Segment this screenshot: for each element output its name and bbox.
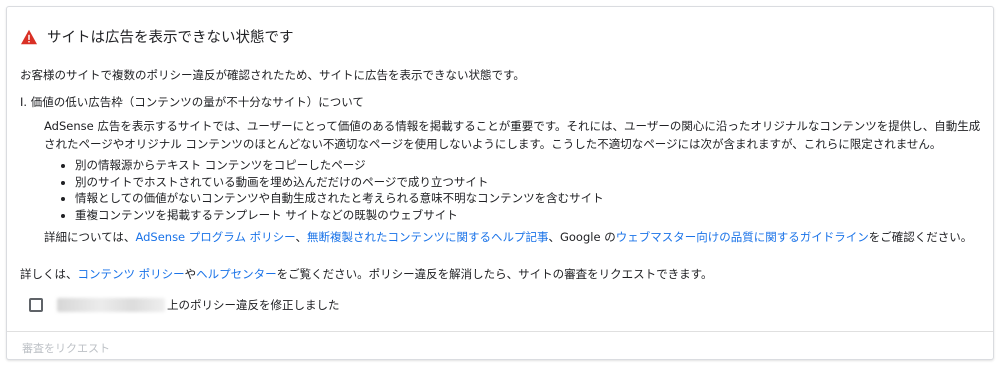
details-separator: 、 xyxy=(295,230,307,244)
violation-examples-list: 別の情報源からテキスト コンテンツをコピーしたページ 別のサイトでホストされてい… xyxy=(61,157,604,223)
details-middle: 、Google の xyxy=(548,230,616,244)
intro-text: お客様のサイトで複数のポリシー違反が確認されたため、サイトに広告を表示できない状… xyxy=(20,68,525,82)
section-description: AdSense 広告を表示するサイトでは、ユーザーにとって価値のある情報を掲載す… xyxy=(44,119,981,151)
list-item: 情報としての価値がないコンテンツや自動生成されたと考えられる意味不明なコンテンツ… xyxy=(61,190,604,207)
details-prefix: 詳細については、 xyxy=(44,230,136,244)
more-prefix: 詳しくは、 xyxy=(20,267,78,281)
more-info-text: 詳しくは、コンテンツ ポリシーやヘルプセンターをご覧ください。ポリシー違反を解消… xyxy=(20,266,713,282)
page-title: サイトは広告を表示できない状態です xyxy=(47,30,294,46)
more-middle: や xyxy=(184,267,197,281)
fixed-violations-checkbox[interactable] xyxy=(29,298,43,312)
copied-content-help-link[interactable]: 無断複製されたコンテンツに関するヘルプ記事 xyxy=(307,230,549,244)
webmaster-guidelines-link[interactable]: ウェブマスター向けの品質に関するガイドライン xyxy=(616,230,869,244)
request-review-button[interactable]: 審査をリクエスト xyxy=(22,340,110,356)
list-item: 重複コンテンツを掲載するテンプレート サイトなどの既製のウェブサイト xyxy=(61,207,604,224)
details-suffix: をご確認ください。 xyxy=(868,230,973,244)
help-center-link[interactable]: ヘルプセンター xyxy=(196,267,277,281)
adsense-policy-link[interactable]: AdSense プログラム ポリシー xyxy=(135,230,295,244)
content-policy-link[interactable]: コンテンツ ポリシー xyxy=(78,267,185,281)
card-header: サイトは広告を表示できない状態です xyxy=(20,26,294,47)
warning-icon xyxy=(21,29,37,44)
redacted-site-domain xyxy=(57,298,165,312)
list-item: 別の情報源からテキスト コンテンツをコピーしたページ xyxy=(61,157,604,174)
list-item: 別のサイトでホストされている動画を埋め込んだだけのページで成り立つサイト xyxy=(61,174,604,191)
more-suffix: をご覧ください。ポリシー違反を解消したら、サイトの審査をリクエストできます。 xyxy=(276,267,713,281)
checkbox-label: 上のポリシー違反を修正しました xyxy=(167,298,340,312)
section-title: I. 価値の低い広告枠（コンテンツの量が不十分なサイト）について xyxy=(20,95,364,109)
policy-violation-card: サイトは広告を表示できない状態です お客様のサイトで複数のポリシー違反が確認され… xyxy=(6,6,994,360)
divider xyxy=(7,331,993,332)
details-text: 詳細については、AdSense プログラム ポリシー、無断複製されたコンテンツに… xyxy=(44,229,972,245)
fixed-confirmation-row: 上のポリシー違反を修正しました xyxy=(29,297,340,313)
